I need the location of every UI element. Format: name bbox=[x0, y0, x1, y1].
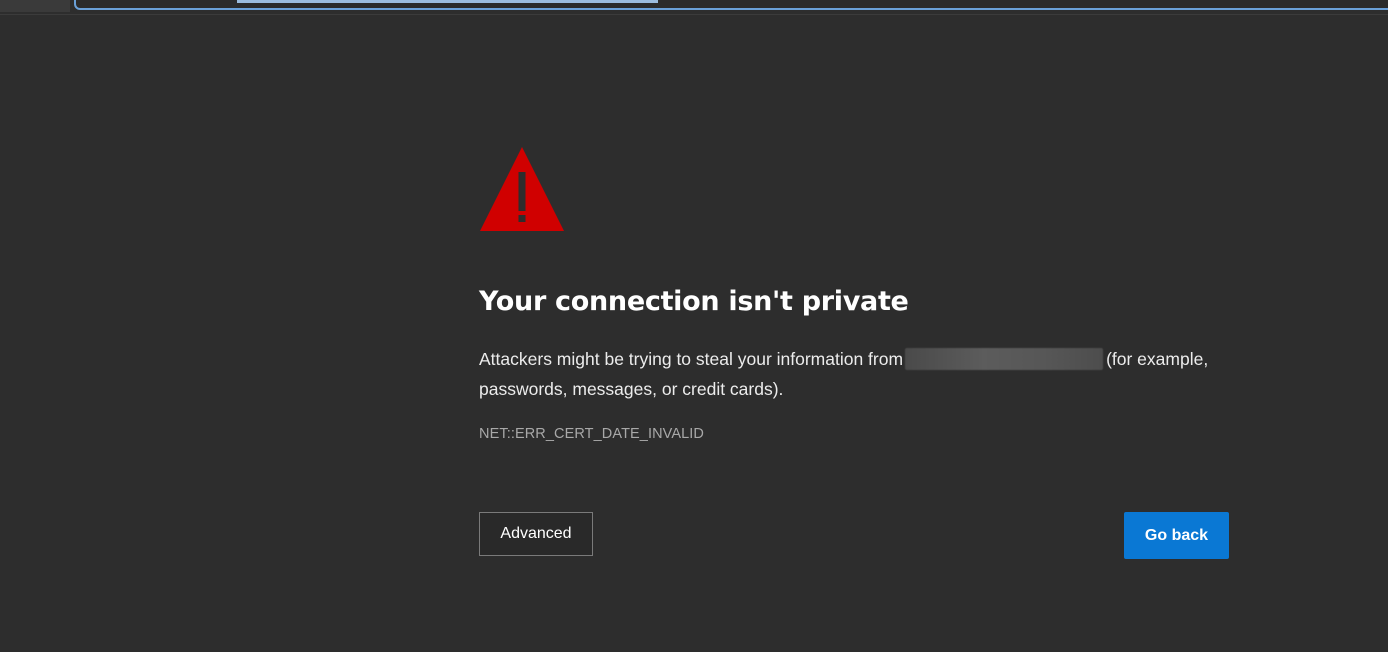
page-title: Your connection isn't private bbox=[479, 286, 909, 317]
redacted-hostname bbox=[905, 348, 1104, 370]
advanced-button[interactable]: Advanced bbox=[479, 512, 593, 556]
description-text-start: Attackers might be trying to steal your … bbox=[479, 349, 904, 369]
address-text-selection bbox=[237, 0, 658, 3]
warning-triangle-icon bbox=[480, 147, 564, 231]
browser-toolbar bbox=[0, 0, 1388, 15]
error-description: Attackers might be trying to steal your … bbox=[479, 344, 1229, 404]
go-back-button[interactable]: Go back bbox=[1124, 512, 1229, 559]
error-code: NET::ERR_CERT_DATE_INVALID bbox=[479, 426, 704, 442]
toolbar-button[interactable] bbox=[0, 0, 70, 12]
